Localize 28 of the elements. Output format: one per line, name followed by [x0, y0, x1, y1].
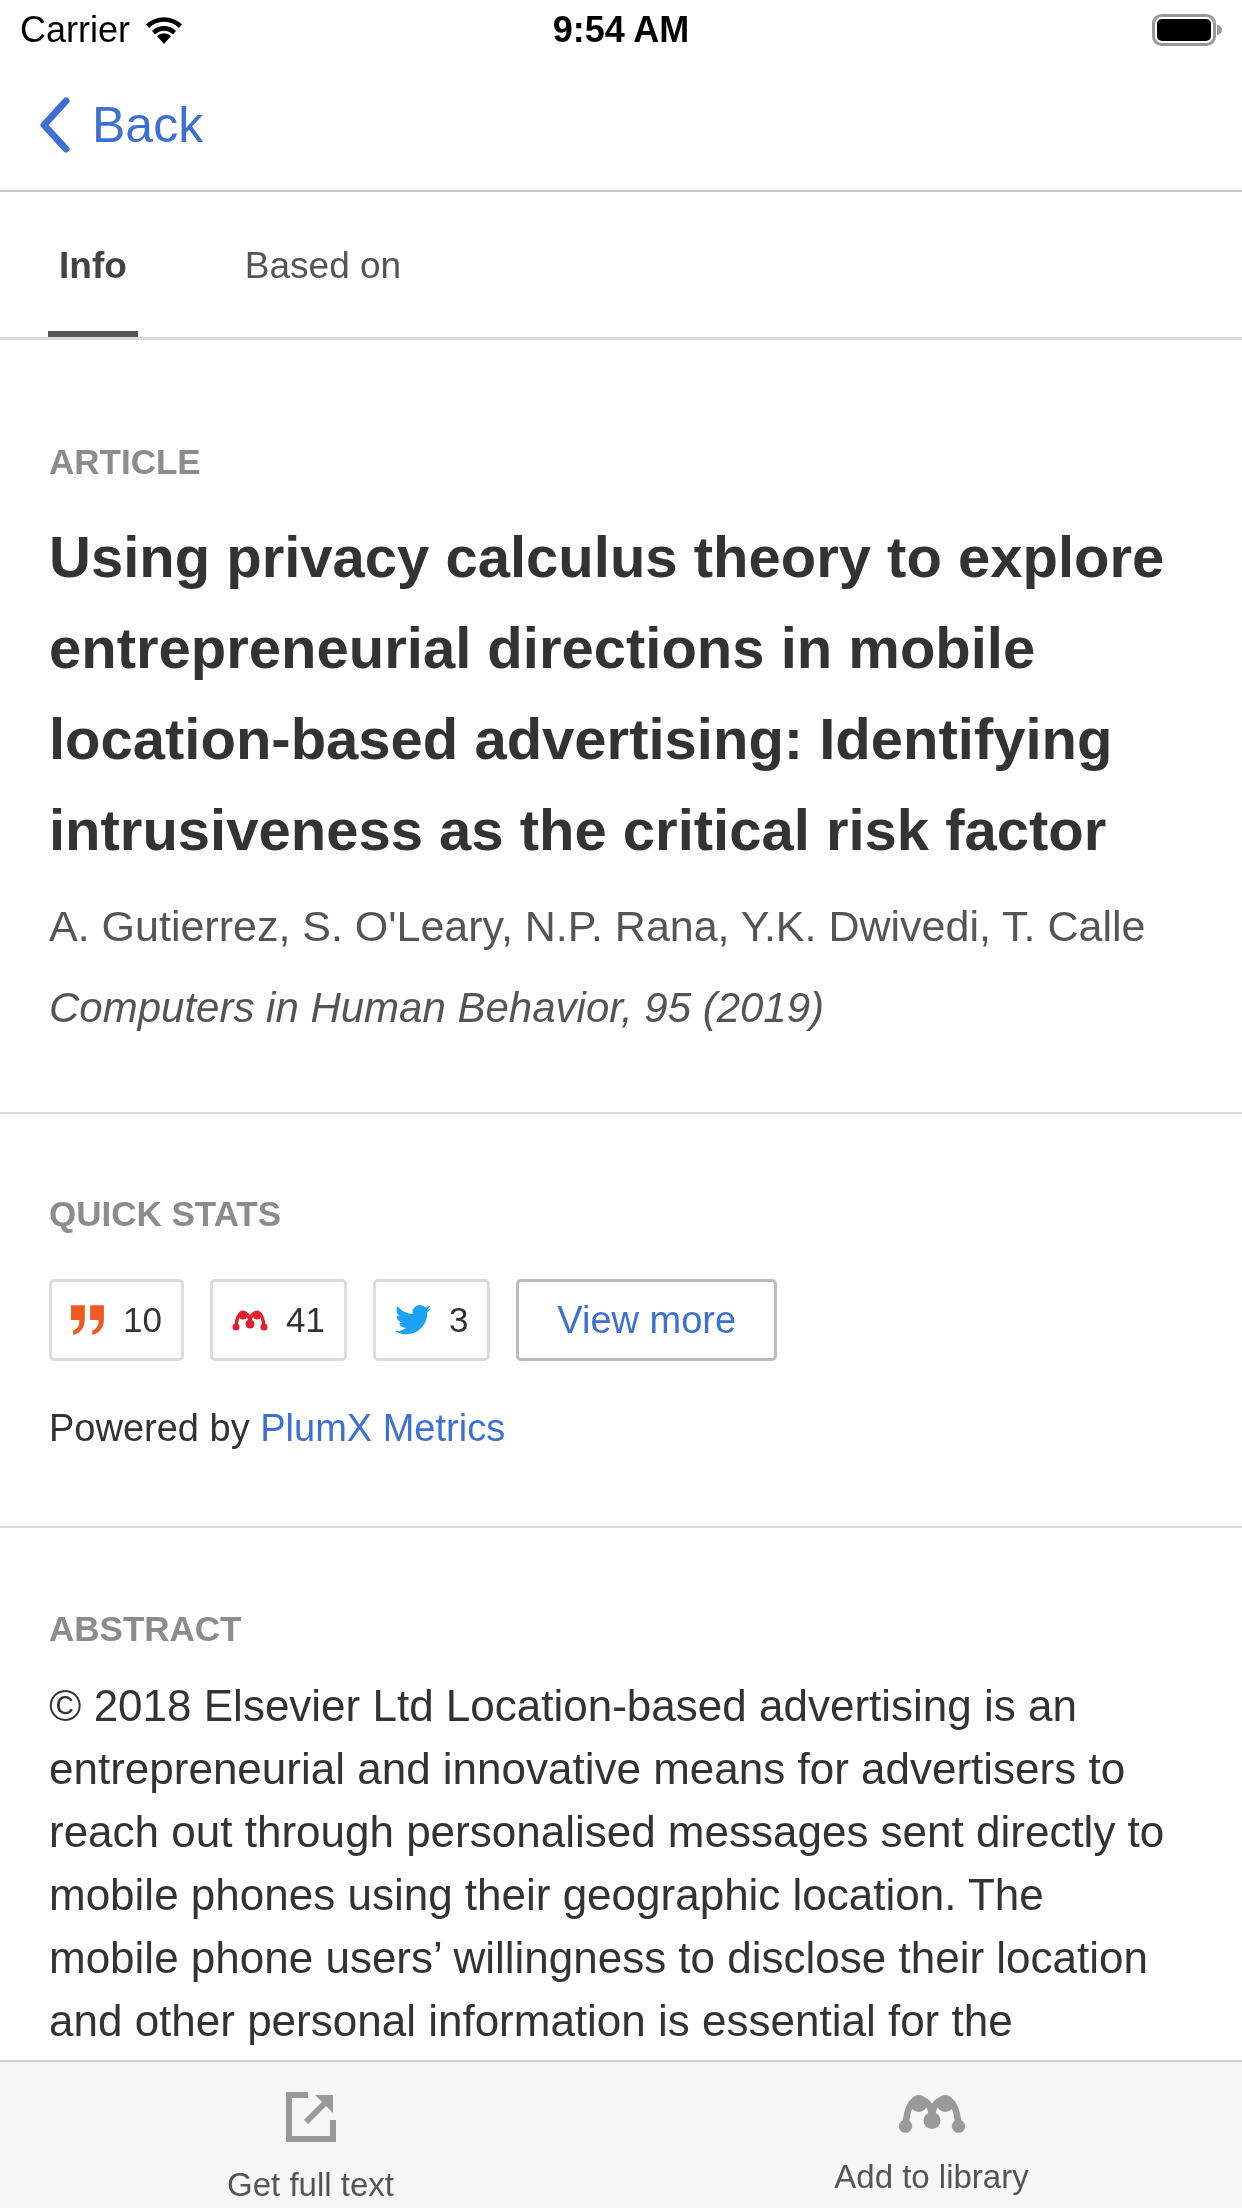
- back-chevron-icon: [40, 97, 70, 153]
- carrier-name: Carrier: [20, 9, 130, 51]
- section-label: ARTICLE: [49, 441, 202, 483]
- journal-citation: Computers in Human Behavior, 95 (2019): [49, 983, 826, 1033]
- external-link-icon: [285, 2092, 336, 2142]
- wifi-icon: [144, 15, 184, 45]
- dots-network-icon: [231, 1309, 268, 1331]
- toolbar-button[interactable]: Get full text: [217, 2062, 404, 2208]
- bird-icon: [394, 1305, 431, 1335]
- section-label: ABSTRACT: [49, 1608, 243, 1650]
- toolbar-button[interactable]: Add to library: [824, 2062, 1039, 2208]
- battery-icon: [1152, 14, 1222, 46]
- section-label: QUICK STATS: [49, 1193, 283, 1235]
- abstract-text: © 2018 Elsevier Ltd Location-based advertising is an entrepreneurial and innovative means for advertisers to reach out through personalised messages sent directly to mobile phones using their geographic location. The mobile phone users’ willingness to disclose their location and other personal information is essential for the: [49, 1680, 1166, 2047]
- plumx-link[interactable]: PlumX Metrics: [260, 1407, 506, 1449]
- metric-count: 3: [448, 1300, 469, 1340]
- tab[interactable]: Based on: [233, 192, 413, 337]
- metric-count: 41: [285, 1300, 325, 1340]
- powered-by-text: Powered by PlumX Metrics: [49, 1406, 507, 1451]
- view-more-button[interactable]: View more: [516, 1279, 778, 1361]
- tab[interactable]: Info: [48, 192, 138, 337]
- metric-count: 10: [123, 1300, 162, 1340]
- article-title: Using privacy calculus theory to explore entrepreneurial directions in mobile location-based advertising: Identifying intrusiveness as the critical risk factor: [49, 523, 1166, 864]
- dots-network-icon: [897, 2092, 966, 2134]
- back-button[interactable]: Back: [36, 92, 208, 158]
- clock-time: 9:54 AM: [552, 9, 690, 51]
- quote-icon: [71, 1305, 105, 1335]
- authors-text: A. Gutierrez, S. O'Leary, N.P. Rana, Y.K. Dwivedi, T. Calle: [49, 901, 1147, 952]
